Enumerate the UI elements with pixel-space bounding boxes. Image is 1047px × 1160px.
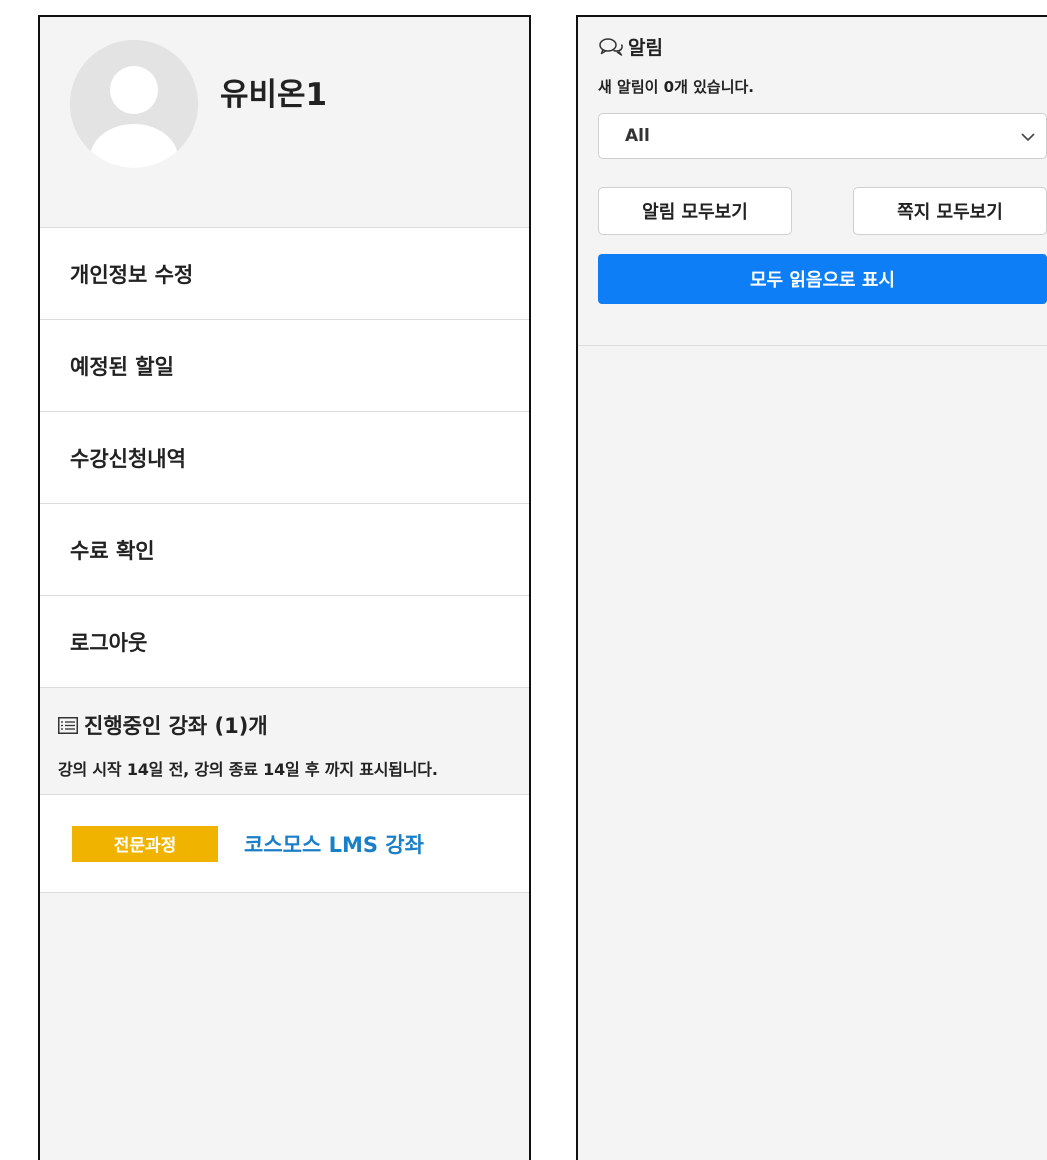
filter-selected-value: All bbox=[625, 126, 650, 146]
profile-header: 유비온1 bbox=[40, 17, 529, 228]
chat-bubbles-icon bbox=[599, 37, 623, 56]
notifications-panel: 알림 새 알림이 0개 있습니다. All 알림 모두보기 쪽지 모두보기 모두… bbox=[576, 15, 1047, 1160]
active-courses-title: 진행중인 강좌 (1)개 bbox=[58, 710, 529, 740]
notifications-title-text: 알림 bbox=[628, 37, 663, 59]
list-icon bbox=[58, 716, 78, 734]
notifications-box: 알림 새 알림이 0개 있습니다. All 알림 모두보기 쪽지 모두보기 모두… bbox=[578, 17, 1047, 346]
menu-item-edit-profile[interactable]: 개인정보 수정 bbox=[40, 228, 529, 320]
notification-button-row: 알림 모두보기 쪽지 모두보기 bbox=[598, 187, 1047, 235]
course-link[interactable]: 코스모스 LMS 강좌 bbox=[244, 829, 424, 859]
view-all-notifications-button[interactable]: 알림 모두보기 bbox=[598, 187, 792, 235]
menu-item-completion-check[interactable]: 수료 확인 bbox=[40, 504, 529, 596]
menu-item-logout[interactable]: 로그아웃 bbox=[40, 596, 529, 688]
chevron-down-icon bbox=[1021, 133, 1035, 142]
user-menu-panel: 유비온1 개인정보 수정 예정된 할일 수강신청내역 수료 확인 로그아웃 진행… bbox=[38, 15, 531, 1160]
notifications-count: 새 알림이 0개 있습니다. bbox=[598, 78, 755, 96]
menu-item-enrollment-history[interactable]: 수강신청내역 bbox=[40, 412, 529, 504]
user-silhouette-icon bbox=[70, 40, 198, 168]
view-all-messages-button[interactable]: 쪽지 모두보기 bbox=[853, 187, 1047, 235]
active-courses-title-text: 진행중인 강좌 (1)개 bbox=[84, 714, 268, 738]
notifications-title: 알림 bbox=[598, 33, 1047, 60]
mark-all-read-button[interactable]: 모두 읽음으로 표시 bbox=[598, 254, 1047, 304]
active-courses-section: 진행중인 강좌 (1)개 강의 시작 14일 전, 강의 종료 14일 후 까지… bbox=[40, 688, 529, 795]
menu-item-upcoming-tasks[interactable]: 예정된 할일 bbox=[40, 320, 529, 412]
notification-filter-select[interactable]: All bbox=[598, 113, 1047, 159]
avatar bbox=[70, 40, 198, 168]
account-menu: 개인정보 수정 예정된 할일 수강신청내역 수료 확인 로그아웃 bbox=[40, 228, 529, 688]
course-category-badge: 전문과정 bbox=[72, 825, 218, 862]
user-name: 유비온1 bbox=[220, 77, 328, 113]
course-list-item: 전문과정 코스모스 LMS 강좌 bbox=[40, 795, 529, 893]
active-courses-note: 강의 시작 14일 전, 강의 종료 14일 후 까지 표시됩니다. bbox=[58, 760, 438, 779]
